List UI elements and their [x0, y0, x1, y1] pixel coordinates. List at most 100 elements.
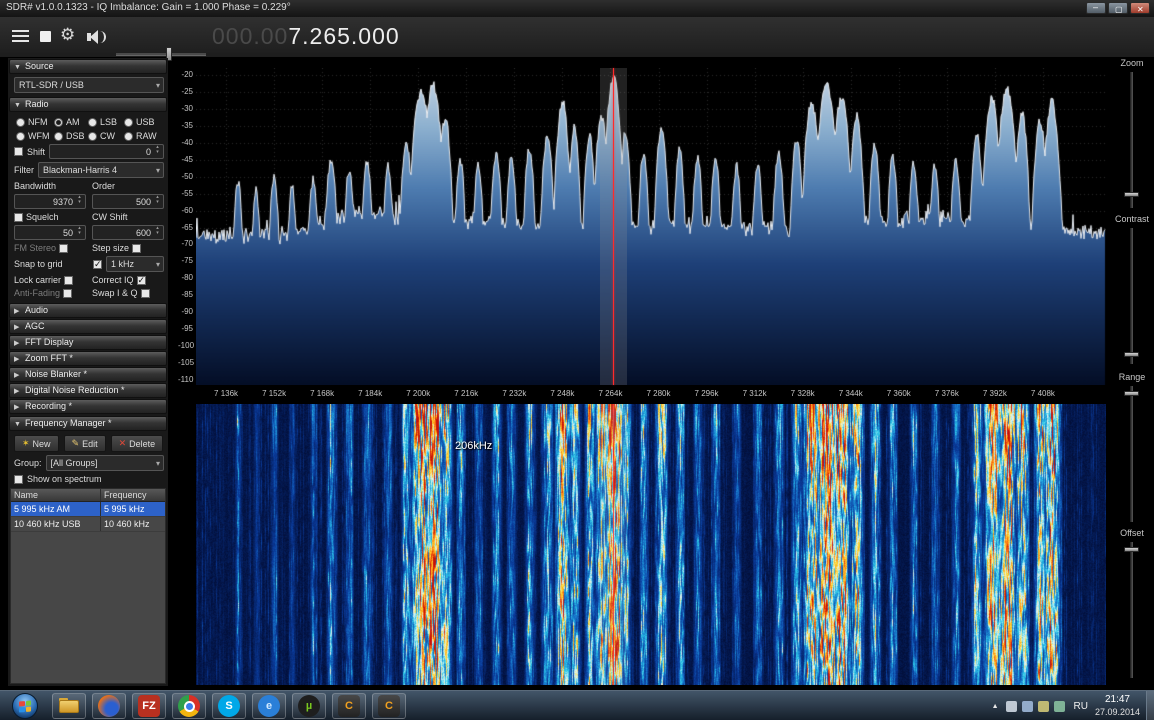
taskbar-icon-app-c-2[interactable]: C [372, 693, 406, 719]
show-desktop-button[interactable] [1146, 691, 1154, 720]
volume-slider[interactable] [116, 47, 206, 61]
panel-header-fft-display[interactable]: FFT Display [9, 335, 167, 350]
squelch-checkbox[interactable] [14, 212, 23, 222]
maximize-button[interactable] [1108, 2, 1128, 18]
settings-gear-icon[interactable] [60, 25, 75, 45]
waterfall-canvas[interactable] [196, 404, 1106, 685]
filter-dropdown[interactable]: Blackman-Harris 4 [38, 162, 164, 178]
tray-icon-4[interactable] [1053, 700, 1065, 712]
shift-input[interactable]: 0 [49, 144, 164, 159]
spinner-icon[interactable] [75, 226, 84, 239]
spinner-icon[interactable] [153, 195, 162, 208]
speaker-icon[interactable] [87, 28, 109, 46]
snap-step-dropdown[interactable]: 1 kHz [106, 256, 164, 272]
step-size-checkbox[interactable] [132, 243, 142, 253]
tray-icon-2[interactable] [1021, 700, 1033, 712]
swap-iq-label: Swap I & Q [92, 288, 138, 298]
tray-icon-1[interactable] [1005, 700, 1017, 712]
spinner-icon[interactable] [75, 195, 84, 208]
spinner-icon[interactable] [153, 226, 162, 239]
start-button[interactable] [12, 693, 38, 719]
frequency-tick-label: 7 392k [982, 389, 1007, 398]
show-on-spectrum-checkbox[interactable] [14, 474, 23, 484]
contrast-slider-track[interactable] [1130, 228, 1133, 364]
menu-button[interactable] [12, 30, 29, 44]
taskbar-icon-filezilla[interactable]: FZ [132, 693, 166, 719]
db-tick-label: -25 [181, 86, 193, 96]
table-empty-area[interactable] [11, 532, 165, 683]
mode-label: RAW [136, 131, 157, 141]
mode-radio-nfm[interactable]: NFM [16, 117, 54, 127]
panel-header-audio[interactable]: Audio [9, 303, 167, 318]
db-tick-label: -30 [181, 103, 193, 113]
spectrum-canvas[interactable] [196, 68, 1106, 385]
stop-button[interactable] [40, 31, 51, 42]
offset-slider-track[interactable] [1130, 542, 1133, 678]
close-button[interactable] [1130, 2, 1150, 18]
panel-header-zoom-fft[interactable]: Zoom FFT * [9, 351, 167, 366]
offset-slider-thumb[interactable] [1124, 547, 1139, 553]
table-row[interactable]: 10 460 kHz USB 10 460 kHz [11, 517, 165, 532]
swap-iq-checkbox[interactable] [140, 288, 150, 298]
taskbar-icon-utorrent[interactable]: µ [292, 693, 326, 719]
hidden-icons-arrow[interactable] [992, 703, 999, 710]
zoom-slider-thumb[interactable] [1124, 191, 1139, 197]
panel-header-label: Digital Noise Reduction * [25, 385, 125, 395]
mode-radio-lsb[interactable]: LSB [88, 117, 124, 127]
panel-header-frequency-manager[interactable]: Frequency Manager * [9, 416, 167, 431]
squelch-input[interactable]: 50 [14, 225, 86, 240]
range-slider-track[interactable] [1130, 386, 1133, 522]
mode-radio-raw[interactable]: RAW [124, 131, 160, 141]
new-button[interactable]: New [14, 435, 59, 452]
lock-carrier-label: Lock carrier [14, 275, 62, 285]
anti-fading-checkbox[interactable] [63, 288, 73, 298]
source-device-dropdown[interactable]: RTL-SDR / USB [14, 77, 164, 93]
contrast-slider-thumb[interactable] [1124, 351, 1139, 357]
zoom-slider-track[interactable] [1130, 72, 1133, 208]
fm-stereo-checkbox[interactable] [59, 243, 69, 253]
range-slider-thumb[interactable] [1124, 391, 1139, 397]
bandwidth-input[interactable]: 9370 [14, 194, 86, 209]
taskbar-icon-chrome[interactable] [172, 693, 206, 719]
frequency-display[interactable]: 000.007.265.000 [212, 23, 400, 50]
lock-carrier-checkbox[interactable] [64, 275, 74, 285]
expand-arrow-icon [14, 385, 19, 398]
order-input[interactable]: 500 [92, 194, 164, 209]
row-name-cell: 10 460 kHz USB [11, 517, 101, 531]
delete-button[interactable]: Delete [110, 435, 164, 452]
panel-header-recording[interactable]: Recording * [9, 399, 167, 414]
panel-header-radio[interactable]: Radio [9, 97, 167, 112]
db-tick-label: -70 [181, 239, 193, 249]
panel-header-agc[interactable]: AGC [9, 319, 167, 334]
mode-radio-wfm[interactable]: WFM [16, 131, 54, 141]
group-dropdown[interactable]: [All Groups] [45, 455, 164, 471]
taskbar-icon-app-c-1[interactable]: C [332, 693, 366, 719]
snap-to-grid-checkbox[interactable] [93, 259, 102, 270]
correct-iq-checkbox[interactable] [136, 275, 146, 286]
clock[interactable]: 21:47 27.09.2014 [1095, 694, 1140, 718]
spinner-icon[interactable] [153, 145, 162, 158]
frequency-tick-label: 7 184k [358, 389, 383, 398]
language-indicator[interactable]: RU [1074, 701, 1088, 712]
taskbar-icon-firefox[interactable] [92, 693, 126, 719]
mode-radio-cw[interactable]: CW [88, 131, 124, 141]
cw-shift-input[interactable]: 600 [92, 225, 164, 240]
table-row[interactable]: 5 995 kHz AM 5 995 kHz [11, 502, 165, 517]
mode-radio-dsb[interactable]: DSB [54, 131, 88, 141]
taskbar-icon-internet-explorer[interactable]: e [252, 693, 286, 719]
minimize-button[interactable] [1086, 0, 1106, 15]
shift-checkbox[interactable] [14, 147, 23, 156]
clock-date: 27.09.2014 [1094, 707, 1140, 717]
column-header-frequency[interactable]: Frequency [101, 489, 165, 501]
taskbar-icon-explorer[interactable] [52, 693, 86, 719]
column-header-name[interactable]: Name [11, 489, 101, 501]
mode-radio-am[interactable]: AM [54, 117, 88, 127]
tray-icon-3[interactable] [1037, 700, 1049, 712]
panel-header-digital-noise-reduction[interactable]: Digital Noise Reduction * [9, 383, 167, 398]
mode-radio-usb[interactable]: USB [124, 117, 160, 127]
taskbar-icon-skype[interactable]: S [212, 693, 246, 719]
panel-header-source[interactable]: Source [9, 59, 167, 74]
radio-button-icon [88, 117, 97, 127]
edit-button[interactable]: Edit [63, 435, 106, 452]
panel-header-noise-blanker[interactable]: Noise Blanker * [9, 367, 167, 382]
